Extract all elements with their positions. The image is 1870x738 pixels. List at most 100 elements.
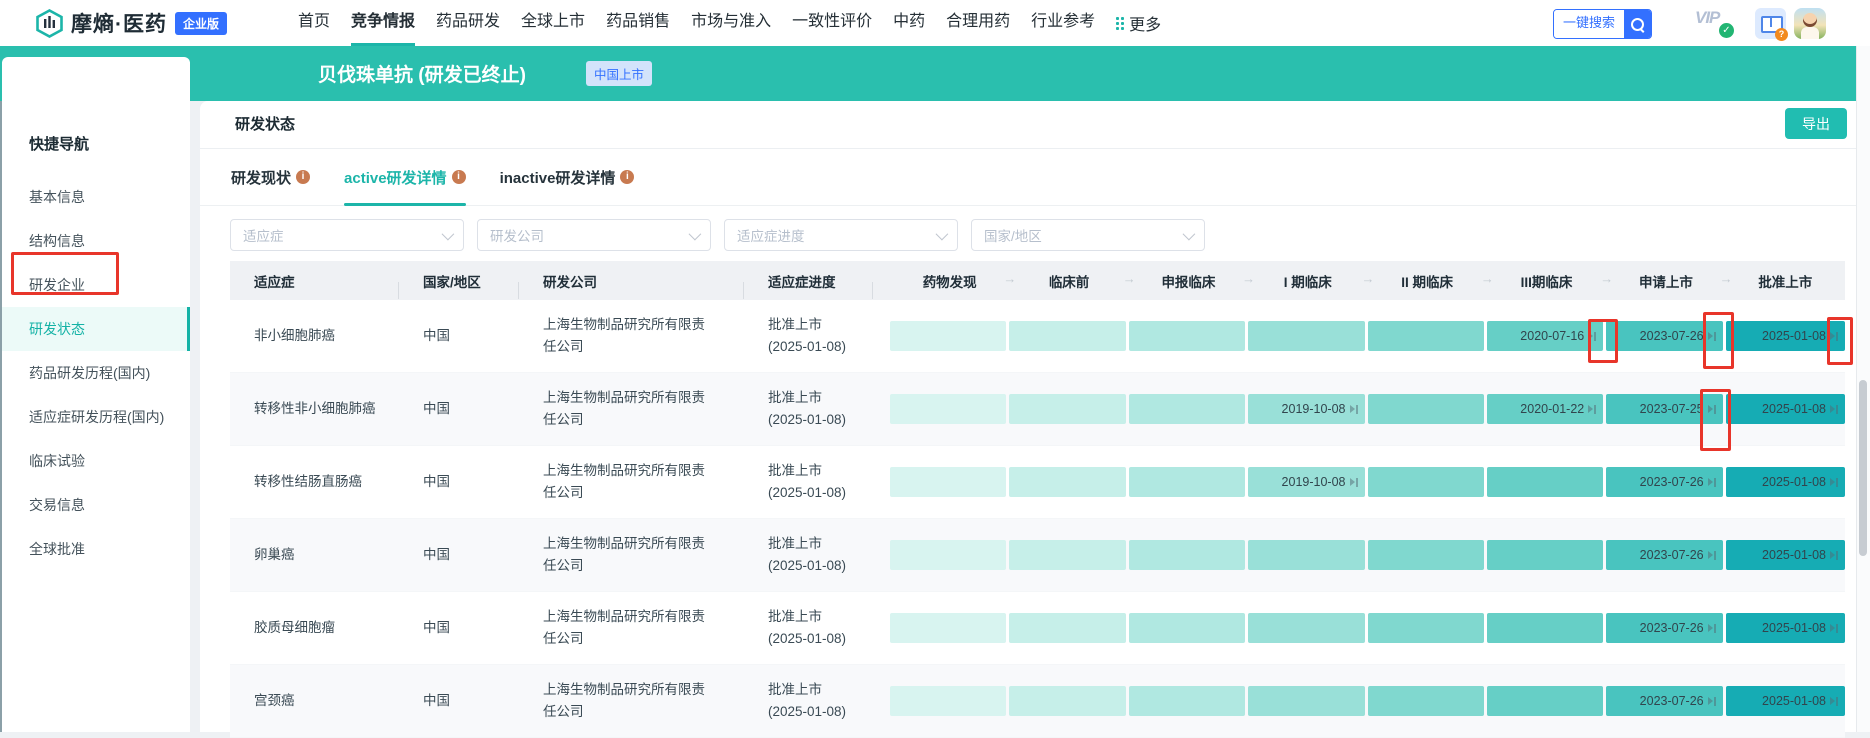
pipeline-segment-1[interactable] [1009, 686, 1128, 716]
pipeline-segment-3[interactable] [1248, 540, 1367, 570]
pipeline-segment-4[interactable] [1368, 321, 1487, 351]
sidebar-item-1[interactable]: 结构信息 [2, 219, 190, 263]
logo[interactable]: 摩熵·医药 企业版 [36, 0, 227, 46]
skip-to-detail-icon[interactable] [1708, 404, 1716, 414]
skip-to-detail-icon[interactable] [1830, 477, 1838, 487]
skip-to-detail-icon[interactable] [1588, 404, 1596, 414]
sidebar-item-4[interactable]: 药品研发历程(国内) [2, 351, 190, 395]
pipeline-segment-4[interactable] [1368, 613, 1487, 643]
skip-to-detail-icon[interactable] [1588, 331, 1596, 341]
nav-item-8[interactable]: 合理用药 [946, 0, 1010, 46]
skip-to-detail-icon[interactable] [1708, 550, 1716, 560]
pipeline-segment-4[interactable] [1368, 686, 1487, 716]
sidebar-item-3[interactable]: 研发状态 [2, 307, 190, 351]
sidebar-item-6[interactable]: 临床试验 [2, 439, 190, 483]
user-avatar[interactable] [1794, 8, 1826, 39]
pipeline-segment-2[interactable] [1129, 540, 1248, 570]
pipeline-segment-3[interactable] [1248, 613, 1367, 643]
pipeline-segment-1[interactable] [1009, 540, 1128, 570]
pipeline-segment-7[interactable]: 2025-01-08 [1726, 686, 1845, 716]
pipeline-segment-6[interactable]: 2023-07-26 [1606, 321, 1725, 351]
filter-select-1[interactable]: 研发公司 [477, 219, 711, 251]
scrollbar-track[interactable] [1856, 46, 1870, 732]
skip-to-detail-icon[interactable] [1830, 623, 1838, 633]
pipeline-segment-5[interactable] [1487, 467, 1606, 497]
export-button[interactable]: 导出 [1785, 108, 1847, 139]
pipeline-segment-0[interactable] [890, 394, 1009, 424]
scrollbar-thumb[interactable] [1859, 380, 1867, 556]
pipeline-segment-2[interactable] [1129, 686, 1248, 716]
pipeline-segment-3[interactable] [1248, 686, 1367, 716]
sidebar-item-2[interactable]: 研发企业 [2, 263, 190, 307]
skip-to-detail-icon[interactable] [1830, 696, 1838, 706]
pipeline-segment-5[interactable] [1487, 613, 1606, 643]
pipeline-segment-7[interactable]: 2025-01-08 [1726, 321, 1845, 351]
nav-item-3[interactable]: 全球上市 [521, 0, 585, 46]
pipeline-segment-1[interactable] [1009, 613, 1128, 643]
pipeline-segment-2[interactable] [1129, 467, 1248, 497]
skip-to-detail-icon[interactable] [1830, 404, 1838, 414]
pipeline-segment-3[interactable]: 2019-10-08 [1248, 467, 1367, 497]
quick-search-button[interactable]: 一键搜索 [1553, 9, 1652, 39]
pipeline-segment-6[interactable]: 2023-07-26 [1606, 686, 1725, 716]
pipeline-segment-2[interactable] [1129, 321, 1248, 351]
filter-select-3[interactable]: 国家/地区 [971, 219, 1205, 251]
nav-item-7[interactable]: 中药 [893, 0, 925, 46]
pipeline-segment-3[interactable]: 2019-10-08 [1248, 394, 1367, 424]
nav-item-2[interactable]: 药品研发 [436, 0, 500, 46]
info-icon[interactable] [452, 170, 466, 184]
pipeline-segment-7[interactable]: 2025-01-08 [1726, 540, 1845, 570]
skip-to-detail-icon[interactable] [1350, 477, 1358, 487]
skip-to-detail-icon[interactable] [1708, 623, 1716, 633]
pipeline-segment-2[interactable] [1129, 394, 1248, 424]
pipeline-segment-0[interactable] [890, 613, 1009, 643]
pipeline-segment-6[interactable]: 2023-07-26 [1606, 540, 1725, 570]
sidebar-item-8[interactable]: 全球批准 [2, 527, 190, 571]
filter-select-0[interactable]: 适应症 [230, 219, 464, 251]
info-icon[interactable] [620, 170, 634, 184]
pipeline-segment-7[interactable]: 2025-01-08 [1726, 394, 1845, 424]
pipeline-segment-7[interactable]: 2025-01-08 [1726, 613, 1845, 643]
vip-badge-icon[interactable]: VIP [1695, 8, 1739, 38]
filter-select-2[interactable]: 适应症进度 [724, 219, 958, 251]
pipeline-segment-1[interactable] [1009, 394, 1128, 424]
pipeline-segment-0[interactable] [890, 540, 1009, 570]
sidebar-item-0[interactable]: 基本信息 [2, 175, 190, 219]
pipeline-segment-6[interactable]: 2023-07-26 [1606, 613, 1725, 643]
pipeline-segment-6[interactable]: 2023-07-26 [1606, 467, 1725, 497]
pipeline-segment-5[interactable]: 2020-01-22 [1487, 394, 1606, 424]
sidebar-item-7[interactable]: 交易信息 [2, 483, 190, 527]
pipeline-segment-0[interactable] [890, 321, 1009, 351]
pipeline-segment-0[interactable] [890, 467, 1009, 497]
pipeline-segment-5[interactable] [1487, 686, 1606, 716]
nav-item-1[interactable]: 竞争情报 [351, 0, 415, 46]
skip-to-detail-icon[interactable] [1350, 404, 1358, 414]
pipeline-segment-1[interactable] [1009, 321, 1128, 351]
pipeline-segment-6[interactable]: 2023-07-25 [1606, 394, 1725, 424]
pipeline-segment-0[interactable] [890, 686, 1009, 716]
sidebar-item-5[interactable]: 适应症研发历程(国内) [2, 395, 190, 439]
pipeline-segment-4[interactable] [1368, 394, 1487, 424]
pipeline-segment-5[interactable]: 2020-07-16 [1487, 321, 1606, 351]
tab-2[interactable]: inactive研发详情 [500, 149, 635, 205]
pipeline-segment-4[interactable] [1368, 467, 1487, 497]
skip-to-detail-icon[interactable] [1708, 477, 1716, 487]
pipeline-segment-4[interactable] [1368, 540, 1487, 570]
skip-to-detail-icon[interactable] [1708, 331, 1716, 341]
nav-item-4[interactable]: 药品销售 [606, 0, 670, 46]
pipeline-segment-7[interactable]: 2025-01-08 [1726, 467, 1845, 497]
nav-item-6[interactable]: 一致性评价 [792, 0, 872, 46]
nav-item-9[interactable]: 行业参考 [1031, 0, 1095, 46]
help-book-icon[interactable] [1755, 8, 1786, 39]
info-icon[interactable] [296, 170, 310, 184]
nav-more[interactable]: 更多 [1116, 0, 1161, 46]
tab-1[interactable]: active研发详情 [344, 149, 466, 205]
tab-0[interactable]: 研发现状 [231, 149, 310, 205]
skip-to-detail-icon[interactable] [1708, 696, 1716, 706]
pipeline-segment-3[interactable] [1248, 321, 1367, 351]
pipeline-segment-5[interactable] [1487, 540, 1606, 570]
search-icon[interactable] [1624, 10, 1651, 38]
skip-to-detail-icon[interactable] [1830, 550, 1838, 560]
skip-to-detail-icon[interactable] [1830, 331, 1838, 341]
pipeline-segment-1[interactable] [1009, 467, 1128, 497]
